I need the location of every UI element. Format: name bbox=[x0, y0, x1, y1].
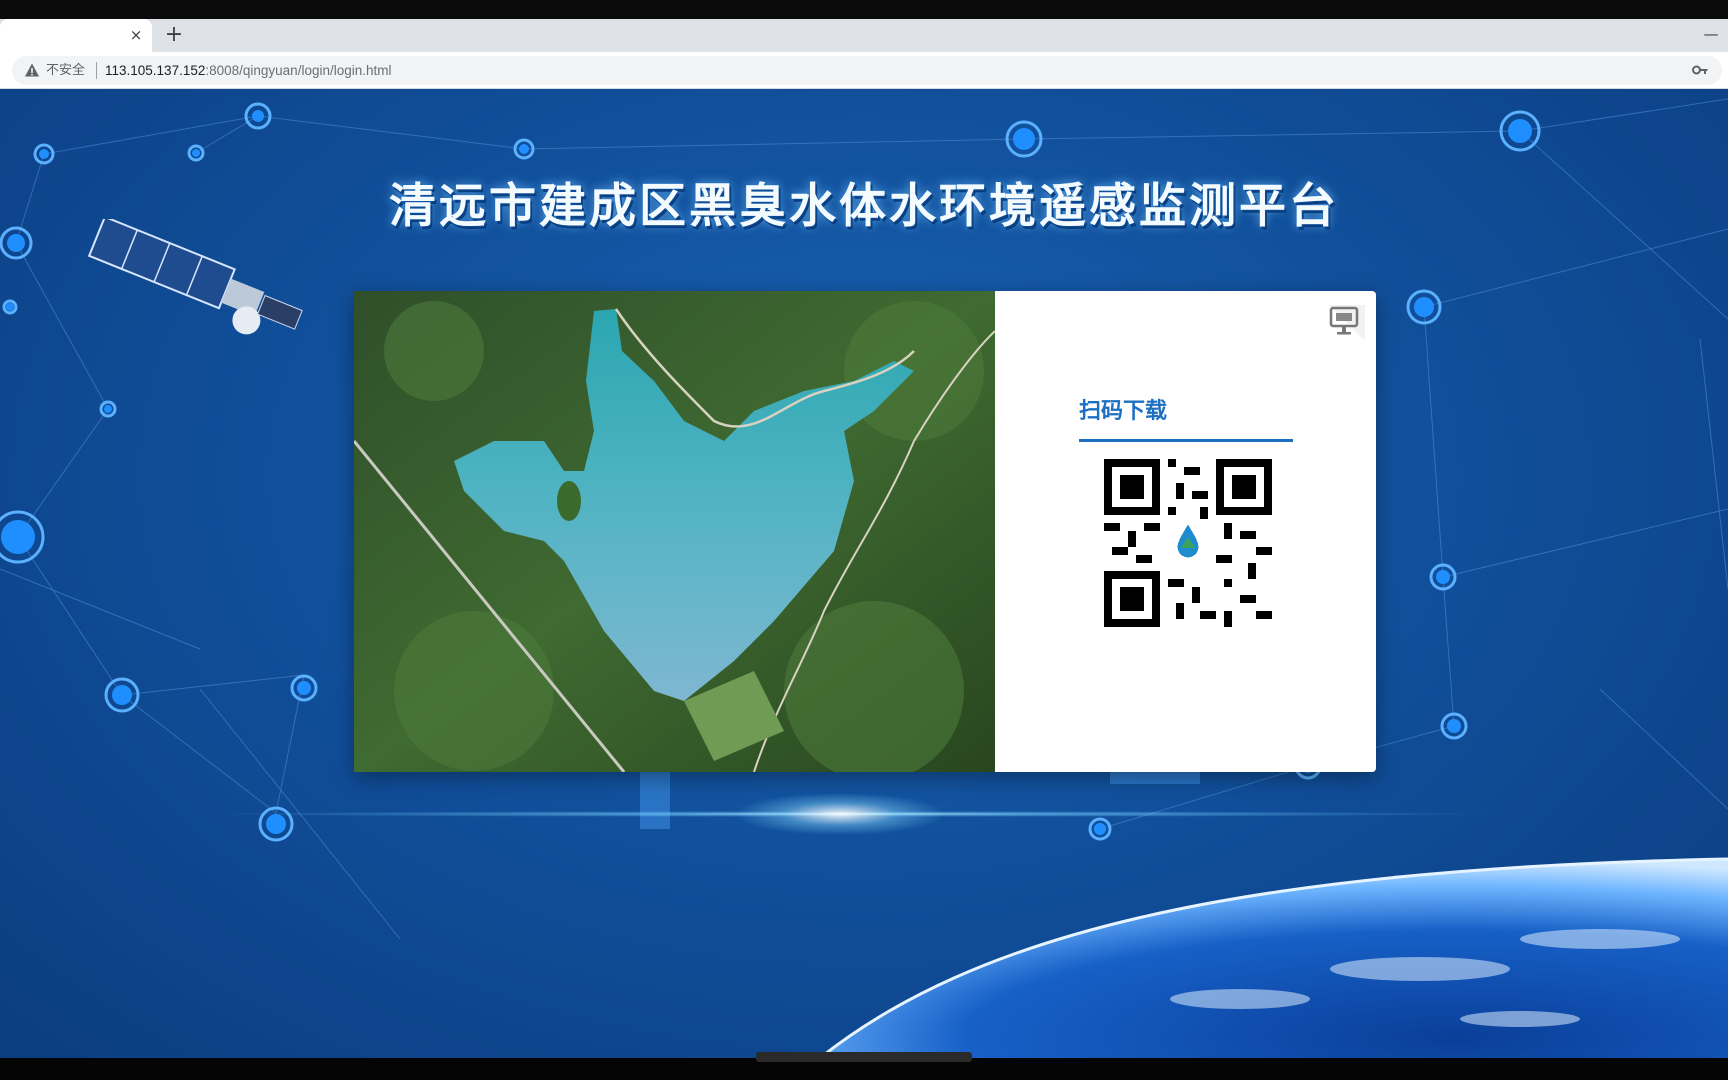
new-tab-button[interactable]: + bbox=[162, 23, 186, 47]
login-page: 清远市建成区黑臭水体水环境遥感监测平台 扫码下载 bbox=[0, 89, 1728, 1058]
monitor-switch-icon[interactable] bbox=[1325, 301, 1369, 345]
url-text[interactable]: 113.105.137.152:8008/qingyuan/login/logi… bbox=[105, 62, 392, 79]
scan-heading-underline bbox=[1079, 439, 1293, 442]
window-minimize-button[interactable]: — bbox=[1700, 23, 1722, 45]
earth-illustration bbox=[820, 857, 1728, 1058]
browser-tab-active[interactable]: × bbox=[0, 19, 152, 52]
browser-toolbar: 不安全 113.105.137.152:8008/qingyuan/login/… bbox=[0, 52, 1728, 89]
key-icon[interactable] bbox=[1692, 63, 1708, 77]
satellite-illustration bbox=[87, 219, 303, 335]
lake-aerial-photo bbox=[354, 291, 995, 772]
url-host: 113.105.137.152 bbox=[105, 63, 206, 78]
security-status-label[interactable]: 不安全 bbox=[46, 62, 85, 79]
login-panel: 扫码下载 bbox=[995, 291, 1376, 772]
login-card: 扫码下载 bbox=[354, 291, 1376, 772]
address-bar-divider bbox=[96, 62, 97, 79]
screen-top-letterbox bbox=[0, 0, 1728, 19]
taskbar-thumbnail-strip bbox=[756, 1052, 972, 1062]
address-bar[interactable]: 不安全 113.105.137.152:8008/qingyuan/login/… bbox=[12, 56, 1722, 85]
page-title: 清远市建成区黑臭水体水环境遥感监测平台 bbox=[389, 179, 1339, 234]
browser-tabstrip: × + — bbox=[0, 19, 1728, 52]
url-path: :8008/qingyuan/login/login.html bbox=[205, 63, 392, 78]
qr-code-icon[interactable] bbox=[1104, 459, 1272, 627]
warning-triangle-icon[interactable] bbox=[24, 62, 40, 78]
scan-download-heading: 扫码下载 bbox=[1079, 399, 1168, 424]
horizon-flare bbox=[740, 794, 940, 834]
tab-close-button[interactable]: × bbox=[128, 24, 144, 46]
